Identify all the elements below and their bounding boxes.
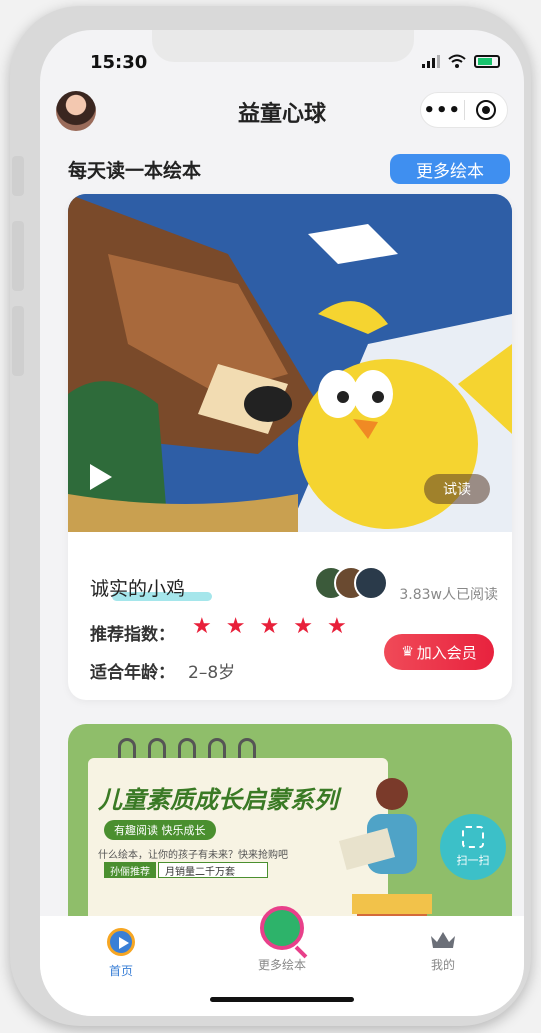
rating-stars: ★ ★ ★ ★ ★ xyxy=(192,614,347,639)
more-dots-icon: ••• xyxy=(423,99,461,121)
status-time: 15:30 xyxy=(90,52,148,73)
side-button xyxy=(12,156,24,196)
age-value: 2–8岁 xyxy=(188,663,236,683)
more-menu-button[interactable]: ••• xyxy=(421,93,464,127)
reader-avatars xyxy=(314,566,390,600)
age-label: 适合年龄： xyxy=(90,663,175,683)
home-play-icon xyxy=(107,928,135,956)
crown-icon: ♛ xyxy=(401,644,414,660)
target-icon xyxy=(475,100,496,120)
book-title: 诚实的小鸡 xyxy=(90,578,186,600)
phone-frame: 15:30 益童心球 ••• 每天读一本绘本 更多绘本 试读 诚实的小鸡 3.8… xyxy=(10,6,531,1026)
side-button xyxy=(12,221,24,291)
home-indicator xyxy=(210,997,354,1002)
banner-tag: 孙俪推荐 xyxy=(104,862,156,878)
star-icon: ★ xyxy=(293,614,313,639)
book-cover[interactable]: 试读 xyxy=(68,194,512,532)
star-icon: ★ xyxy=(259,614,280,639)
mini-program-capsule: ••• xyxy=(420,92,508,128)
tab-more-books[interactable]: 更多绘本 xyxy=(237,906,327,973)
tab-mine[interactable]: 我的 xyxy=(398,928,488,973)
banner-title: 儿童素质成长启蒙系列 xyxy=(98,786,338,814)
reader-avatar xyxy=(354,566,388,600)
star-icon: ★ xyxy=(192,614,212,639)
tab-home[interactable]: 首页 xyxy=(76,928,166,979)
screen: 15:30 益童心球 ••• 每天读一本绘本 更多绘本 试读 诚实的小鸡 3.8… xyxy=(40,30,524,1016)
signal-icon xyxy=(422,54,440,68)
tab-bar: 首页 更多绘本 我的 xyxy=(40,906,524,1016)
trial-read-button[interactable]: 试读 xyxy=(424,474,490,504)
star-icon: ★ xyxy=(225,614,246,639)
reader-count: 3.83w人已阅读 xyxy=(399,587,498,603)
banner-sales: 月销量二千万套 xyxy=(158,862,268,878)
scan-label: 扫一扫 xyxy=(456,854,490,867)
more-books-button[interactable]: 更多绘本 xyxy=(390,154,510,184)
star-icon: ★ xyxy=(326,614,347,639)
wifi-icon xyxy=(448,54,466,68)
section-title: 每天读一本绘本 xyxy=(68,160,202,182)
join-vip-button[interactable]: ♛ 加入会员 xyxy=(384,634,494,670)
tab-label: 首页 xyxy=(108,964,133,978)
scan-button[interactable]: 扫一扫 xyxy=(440,814,506,880)
status-icons xyxy=(422,54,500,68)
nav-bar: 益童心球 ••• xyxy=(40,86,524,136)
banner-subtitle: 有趣阅读 快乐成长 xyxy=(104,820,216,840)
scan-icon xyxy=(462,826,484,848)
tab-label: 更多绘本 xyxy=(257,958,306,972)
crown-icon xyxy=(431,932,455,948)
daily-book-header: 每天读一本绘本 更多绘本 xyxy=(40,152,524,186)
magnifier-icon xyxy=(260,906,304,950)
notch xyxy=(152,30,414,62)
join-vip-label: 加入会员 xyxy=(416,643,477,662)
close-mini-program-button[interactable] xyxy=(465,93,508,127)
side-button xyxy=(12,306,24,376)
play-icon[interactable] xyxy=(90,464,112,490)
status-bar: 15:30 xyxy=(40,30,524,86)
banner-slogan: 什么绘本，让你的孩子有未来？快来抢购吧 xyxy=(98,850,288,861)
tab-label: 我的 xyxy=(430,958,455,972)
rating-label: 推荐指数： xyxy=(90,625,175,645)
book-card[interactable]: 试读 诚实的小鸡 3.83w人已阅读 推荐指数： ★ ★ ★ ★ ★ 适合年龄：… xyxy=(68,194,512,700)
battery-icon xyxy=(474,54,500,68)
